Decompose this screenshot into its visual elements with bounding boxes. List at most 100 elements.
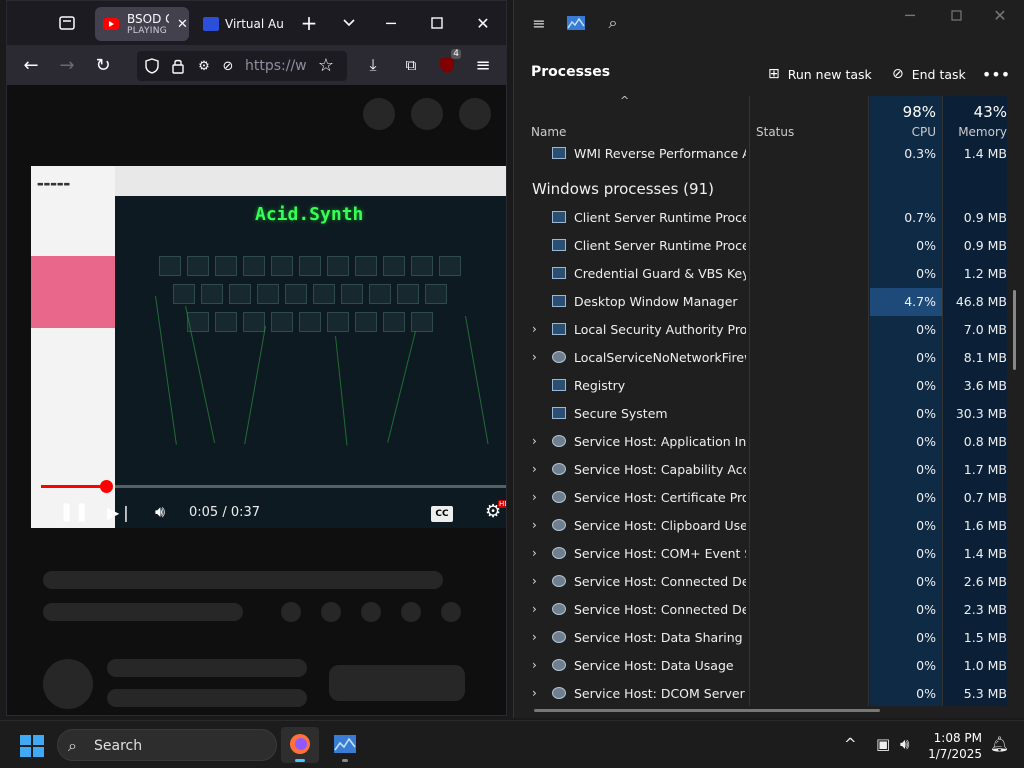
video-frame: Acid.Synth	[115, 166, 506, 528]
end-task-button[interactable]: ⊘ End task	[892, 60, 966, 88]
close-tab-icon[interactable]: ✕	[177, 17, 188, 32]
column-name[interactable]: Name	[531, 125, 566, 139]
expand-chevron-icon[interactable]: ›	[532, 322, 537, 336]
chevron-up-icon[interactable]: ^	[844, 735, 857, 753]
processes-header: Processes ⊞ Run new task ⊘ End task •••	[514, 56, 1024, 92]
process-row[interactable]: Client Server Runtime Process 0.7% 0.9 MB	[514, 204, 1008, 232]
process-row[interactable]: › Service Host: COM+ Event Sys... 0% 1.4 MB	[514, 540, 1008, 568]
reload-icon[interactable]: ↻	[91, 53, 115, 77]
expand-chevron-icon[interactable]: ›	[532, 602, 537, 616]
taskbar-task-manager[interactable]	[326, 727, 364, 763]
process-row[interactable]: › LocalServiceNoNetworkFirewa... 0% 8.1 MB	[514, 344, 1008, 372]
process-row[interactable]: Client Server Runtime Process 0% 0.9 MB	[514, 232, 1008, 260]
bookmark-star-icon[interactable]: ☆	[314, 53, 338, 77]
pause-icon[interactable]: ❚❚	[59, 501, 89, 522]
network-icon[interactable]: ▣	[876, 735, 890, 753]
extensions-icon[interactable]: ⧉	[399, 53, 423, 77]
close-window-icon[interactable]: ✕	[988, 4, 1012, 26]
horizontal-scrollbar[interactable]	[534, 709, 880, 712]
process-row[interactable]: › Service Host: Capability Acces... 0% 1.7 …	[514, 456, 1008, 484]
title-skeleton	[43, 571, 443, 589]
process-row[interactable]: Credential Guard & VBS Key Is... 0% 1.2 MB	[514, 260, 1008, 288]
process-name: Desktop Window Manager	[574, 294, 738, 309]
close-window-icon[interactable]: ✕	[471, 11, 495, 35]
more-options-icon[interactable]: •••	[982, 62, 1010, 86]
forward-icon[interactable]: →	[55, 53, 79, 77]
tab-bsod[interactable]: BSOD G PLAYING ✕	[95, 7, 189, 41]
expand-chevron-icon[interactable]: ›	[532, 658, 537, 672]
column-cpu[interactable]: CPU	[870, 125, 936, 139]
process-row[interactable]: › Service Host: DCOM Server Pr... 0% 5.3 MB	[514, 680, 1008, 708]
volume-icon[interactable]: 🔊︎	[155, 502, 165, 522]
process-memory: 2.6 MB	[963, 574, 1007, 589]
hamburger-menu-icon[interactable]: ≡	[528, 12, 550, 34]
firefox-window: BSOD G PLAYING ✕ Virtual Au + ─ ✕ ← → ↻	[6, 0, 507, 716]
process-row[interactable]: › Service Host: Connected Devi... 0% 2.6 MB	[514, 568, 1008, 596]
tab-virtual-audio[interactable]: Virtual Au	[195, 7, 291, 41]
process-row[interactable]: › Service Host: Data Sharing Ser... 0% 1.5 …	[514, 624, 1008, 652]
expand-chevron-icon[interactable]: ›	[532, 490, 537, 504]
chevron-down-icon[interactable]	[337, 13, 361, 33]
captions-button[interactable]: CC	[431, 506, 453, 522]
search-icon[interactable]: ⌕	[602, 12, 624, 34]
process-row[interactable]: Desktop Window Manager 4.7% 46.8 MB	[514, 288, 1008, 316]
run-new-task-button[interactable]: ⊞ Run new task	[768, 60, 872, 88]
minimize-icon[interactable]: ─	[898, 4, 922, 26]
download-icon[interactable]: ⤓	[361, 53, 385, 77]
process-row[interactable]: Registry 0% 3.6 MB	[514, 372, 1008, 400]
volume-icon[interactable]: 🔊︎	[900, 735, 909, 753]
process-name: Client Server Runtime Process	[574, 238, 746, 253]
column-status[interactable]: Status	[756, 125, 794, 139]
lock-icon[interactable]	[169, 57, 187, 75]
permissions-icon[interactable]: ⚙	[195, 57, 213, 75]
expand-chevron-icon[interactable]: ›	[532, 630, 537, 644]
next-icon[interactable]: ▶❘	[107, 503, 133, 522]
expand-chevron-icon[interactable]: ›	[532, 350, 537, 364]
process-window-icon	[552, 379, 566, 391]
firefox-view-icon[interactable]	[55, 13, 79, 33]
ublock-icon[interactable]: 4	[435, 49, 461, 77]
process-row[interactable]: › Service Host: Clipboard User S... 0% 1.6 …	[514, 512, 1008, 540]
taskbar-search-box[interactable]: ⌕ Search	[57, 729, 277, 761]
process-memory: 0.9 MB	[963, 238, 1007, 253]
column-memory[interactable]: Memory	[943, 125, 1007, 139]
process-name: WMI Reverse Performance Ad...	[574, 146, 746, 161]
notifications-bell-icon[interactable]: 🔔︎	[990, 735, 1009, 753]
process-row[interactable]: › Service Host: Connected Devi... 0% 2.3 MB	[514, 596, 1008, 624]
menu-icon[interactable]: ≡	[471, 53, 495, 77]
minimize-icon[interactable]: ─	[379, 11, 403, 35]
process-row[interactable]: WMI Reverse Performance Ad... 0.3% 1.4 M…	[514, 140, 1008, 168]
header-placeholder	[411, 98, 443, 130]
shield-icon[interactable]	[143, 57, 161, 75]
expand-chevron-icon[interactable]: ›	[532, 574, 537, 588]
video-browser-bar	[115, 166, 506, 196]
service-gear-icon	[552, 547, 566, 559]
search-icon: ⌕	[68, 736, 77, 755]
expand-chevron-icon[interactable]: ›	[532, 434, 537, 448]
expand-chevron-icon[interactable]: ›	[532, 686, 537, 700]
action-skeleton	[401, 602, 421, 622]
expand-chevron-icon[interactable]: ›	[532, 518, 537, 532]
maximize-icon[interactable]	[944, 4, 968, 26]
service-gear-icon	[552, 575, 566, 587]
taskbar-clock[interactable]: 1:08 PM 1/7/2025	[928, 730, 982, 762]
start-windows-icon[interactable]	[20, 735, 44, 757]
process-row[interactable]: › Service Host: Data Usage 0% 1.0 MB	[514, 652, 1008, 680]
process-window-icon	[552, 147, 566, 159]
process-row[interactable]: Secure System 0% 30.3 MB	[514, 400, 1008, 428]
taskbar-firefox[interactable]	[281, 727, 319, 763]
tab-title: Virtual Au	[225, 17, 284, 31]
video-progress-bar[interactable]	[41, 480, 506, 493]
sort-up-icon[interactable]: ^	[620, 94, 629, 107]
video-player[interactable]: ▬▬▬▬▬ Acid.Synth ❚❚ ▶❘ 🔊︎ 0:05 / 0:37 CC…	[31, 166, 506, 528]
process-row[interactable]: › Service Host: Certificate Propa... 0% 0.7…	[514, 484, 1008, 512]
maximize-icon[interactable]	[425, 11, 449, 35]
vertical-scrollbar[interactable]	[1013, 290, 1016, 370]
new-tab-icon[interactable]: +	[297, 11, 321, 35]
expand-chevron-icon[interactable]: ›	[532, 462, 537, 476]
expand-chevron-icon[interactable]: ›	[532, 546, 537, 560]
autoplay-blocked-icon[interactable]: ⊘	[219, 57, 237, 75]
process-row[interactable]: › Local Security Authority Proce... 0% 7.0 …	[514, 316, 1008, 344]
process-row[interactable]: › Service Host: Application Infor... 0% 0.8…	[514, 428, 1008, 456]
back-icon[interactable]: ←	[19, 53, 43, 77]
